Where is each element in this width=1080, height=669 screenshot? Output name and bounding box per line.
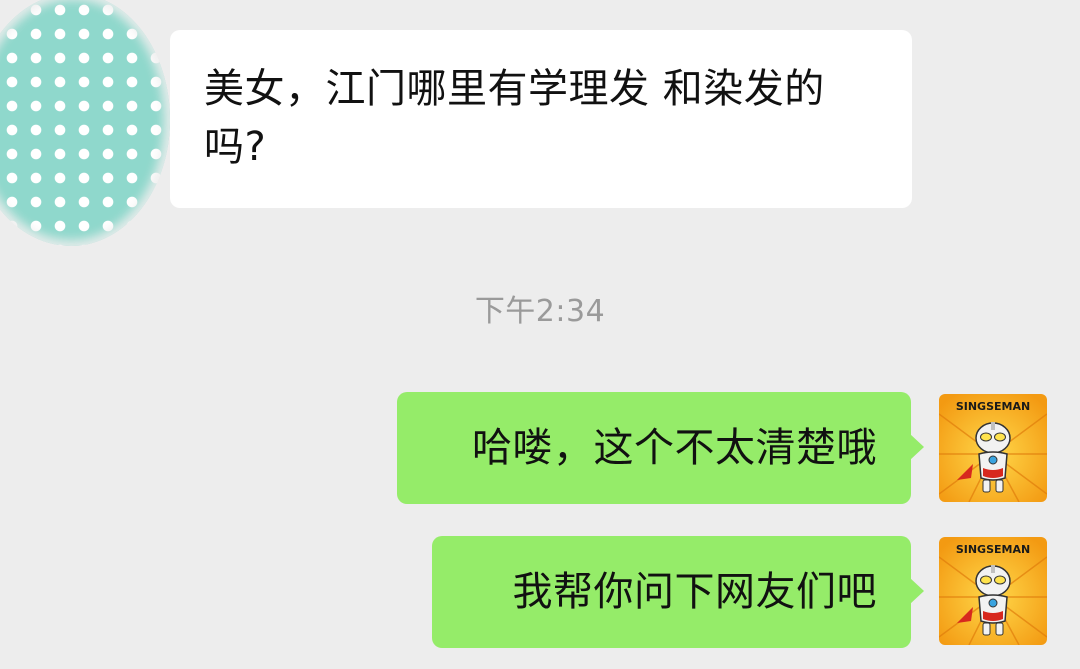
contact-avatar[interactable] [0, 0, 170, 246]
outgoing-message-bubble[interactable]: 我帮你问下网友们吧 [432, 536, 924, 648]
avatar-label: SINGSEMAN [955, 543, 1031, 556]
outgoing-message-text: 我帮你问下网友们吧 [512, 569, 877, 615]
incoming-message-text: 美女，江门哪里有学理发 和染发的吗? [204, 66, 825, 170]
self-avatar[interactable]: SINGSEMAN [939, 394, 1047, 502]
avatar-label: SINGSEMAN [955, 400, 1031, 413]
outgoing-message-bubble[interactable]: 哈喽，这个不太清楚哦 [397, 392, 924, 504]
self-avatar[interactable]: SINGSEMAN [939, 537, 1047, 645]
incoming-message-bubble[interactable]: 美女，江门哪里有学理发 和染发的吗? [170, 30, 912, 208]
message-timestamp: 下午2:34 [474, 294, 606, 329]
outgoing-message-text: 哈喽，这个不太清楚哦 [472, 425, 877, 471]
